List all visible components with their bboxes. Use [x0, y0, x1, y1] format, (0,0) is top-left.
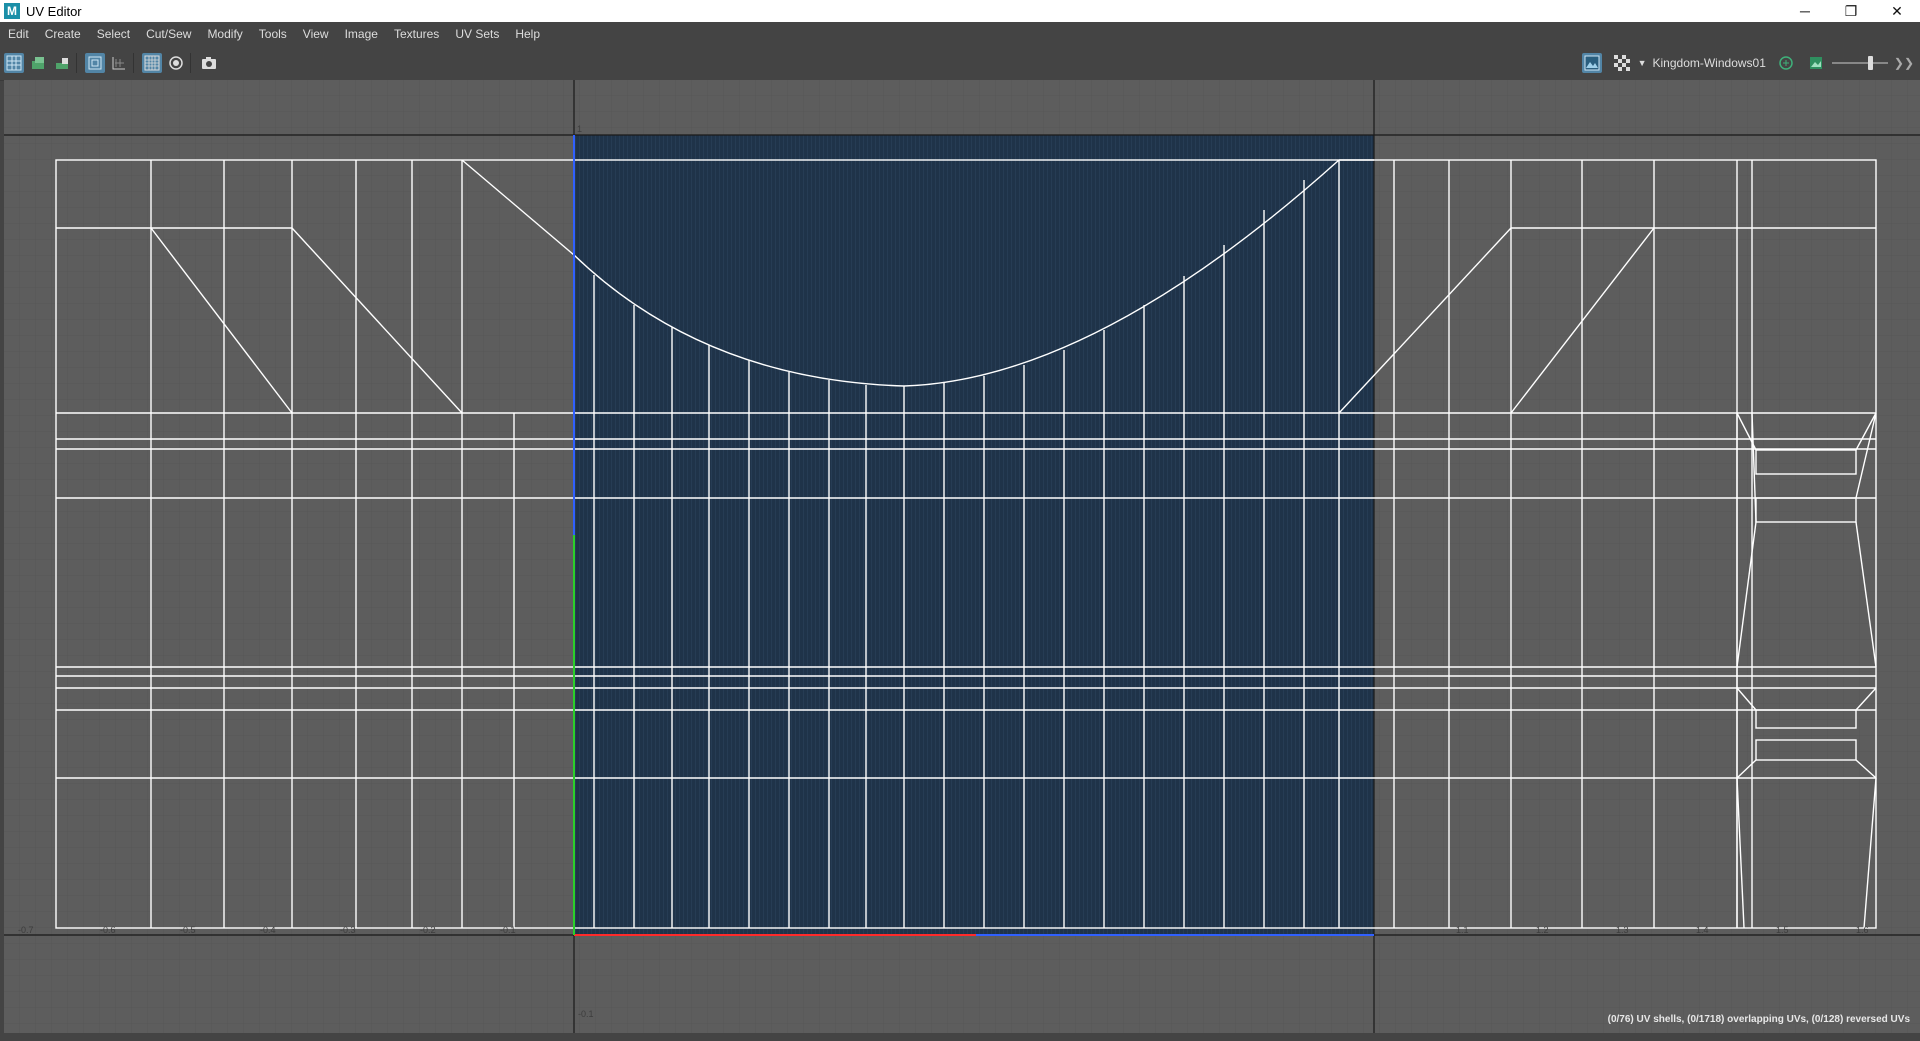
- checker-icon[interactable]: [1612, 53, 1632, 73]
- toolbar-separator: [76, 53, 77, 73]
- uv-canvas[interactable]: -0.7 -0.6 -0.5 -0.4 -0.3 -0.2 -0.1 1.1 1…: [4, 80, 1920, 1033]
- menu-edit[interactable]: Edit: [0, 27, 37, 41]
- u-label: -0.7: [18, 925, 34, 935]
- menu-textures[interactable]: Textures: [386, 27, 447, 41]
- u-label: 1.5: [1776, 925, 1789, 935]
- menu-image[interactable]: Image: [337, 27, 386, 41]
- restore-button[interactable]: ❐: [1828, 0, 1874, 22]
- minimize-button[interactable]: ─: [1782, 0, 1828, 22]
- uv-shell-icon[interactable]: [28, 53, 48, 73]
- menu-help[interactable]: Help: [507, 27, 548, 41]
- texture-link-icon[interactable]: [1776, 53, 1796, 73]
- v-label: -0.1: [578, 1009, 594, 1019]
- uv-distort-icon[interactable]: [109, 53, 129, 73]
- v-label: 1: [577, 124, 582, 134]
- menu-modify[interactable]: Modify: [199, 27, 250, 41]
- uv-viewport[interactable]: -0.7 -0.6 -0.5 -0.4 -0.3 -0.2 -0.1 1.1 1…: [4, 80, 1920, 1033]
- menu-select[interactable]: Select: [89, 27, 138, 41]
- exposure-slider-icon[interactable]: [1831, 55, 1888, 71]
- camera-snapshot-icon[interactable]: [199, 53, 219, 73]
- uv-stats-readout: (0/76) UV shells, (0/1718) overlapping U…: [1607, 1014, 1910, 1025]
- u-label: -0.4: [260, 925, 276, 935]
- u-label: -0.2: [420, 925, 436, 935]
- grid-toggle-icon[interactable]: [142, 53, 162, 73]
- title-bar: M UV Editor ─ ❐ ✕: [0, 0, 1920, 22]
- snapshot-sphere-icon[interactable]: [166, 53, 186, 73]
- u-label: 1.1: [1456, 925, 1469, 935]
- u-label: -0.5: [180, 925, 196, 935]
- window-title: UV Editor: [26, 3, 82, 19]
- menu-view[interactable]: View: [295, 27, 337, 41]
- uv-grid-icon[interactable]: [4, 53, 24, 73]
- toolbar: ▼ Kingdom-Windows01 ❯❯: [0, 46, 1920, 81]
- uv-frame-icon[interactable]: [85, 53, 105, 73]
- maya-icon: M: [4, 3, 20, 19]
- u-label: 1.6: [1856, 925, 1869, 935]
- u-label: -0.6: [100, 925, 116, 935]
- menu-tools[interactable]: Tools: [251, 27, 295, 41]
- image-display-icon[interactable]: [1581, 53, 1602, 73]
- dropdown-arrow-icon[interactable]: ▼: [1638, 58, 1647, 68]
- texture-name-label[interactable]: Kingdom-Windows01: [1653, 56, 1766, 70]
- u-label: -0.3: [340, 925, 356, 935]
- u-label: 1.3: [1616, 925, 1629, 935]
- toolbar-separator: [133, 53, 134, 73]
- uv-face-icon[interactable]: [52, 53, 72, 73]
- more-icon[interactable]: ❯❯: [1894, 56, 1914, 70]
- toolbar-right: ▼ Kingdom-Windows01 ❯❯: [1578, 52, 1914, 74]
- menu-cut-sew[interactable]: Cut/Sew: [138, 27, 199, 41]
- u-label: 1.4: [1696, 925, 1709, 935]
- u-label: -0.1: [500, 925, 516, 935]
- menu-create[interactable]: Create: [37, 27, 89, 41]
- close-button[interactable]: ✕: [1874, 0, 1920, 22]
- uv-tile: [574, 135, 1374, 935]
- u-label: 1.2: [1536, 925, 1549, 935]
- image-icon[interactable]: [1806, 53, 1826, 73]
- menu-bar: Edit Create Select Cut/Sew Modify Tools …: [0, 22, 1920, 46]
- menu-uv-sets[interactable]: UV Sets: [447, 27, 507, 41]
- toolbar-separator: [190, 53, 191, 73]
